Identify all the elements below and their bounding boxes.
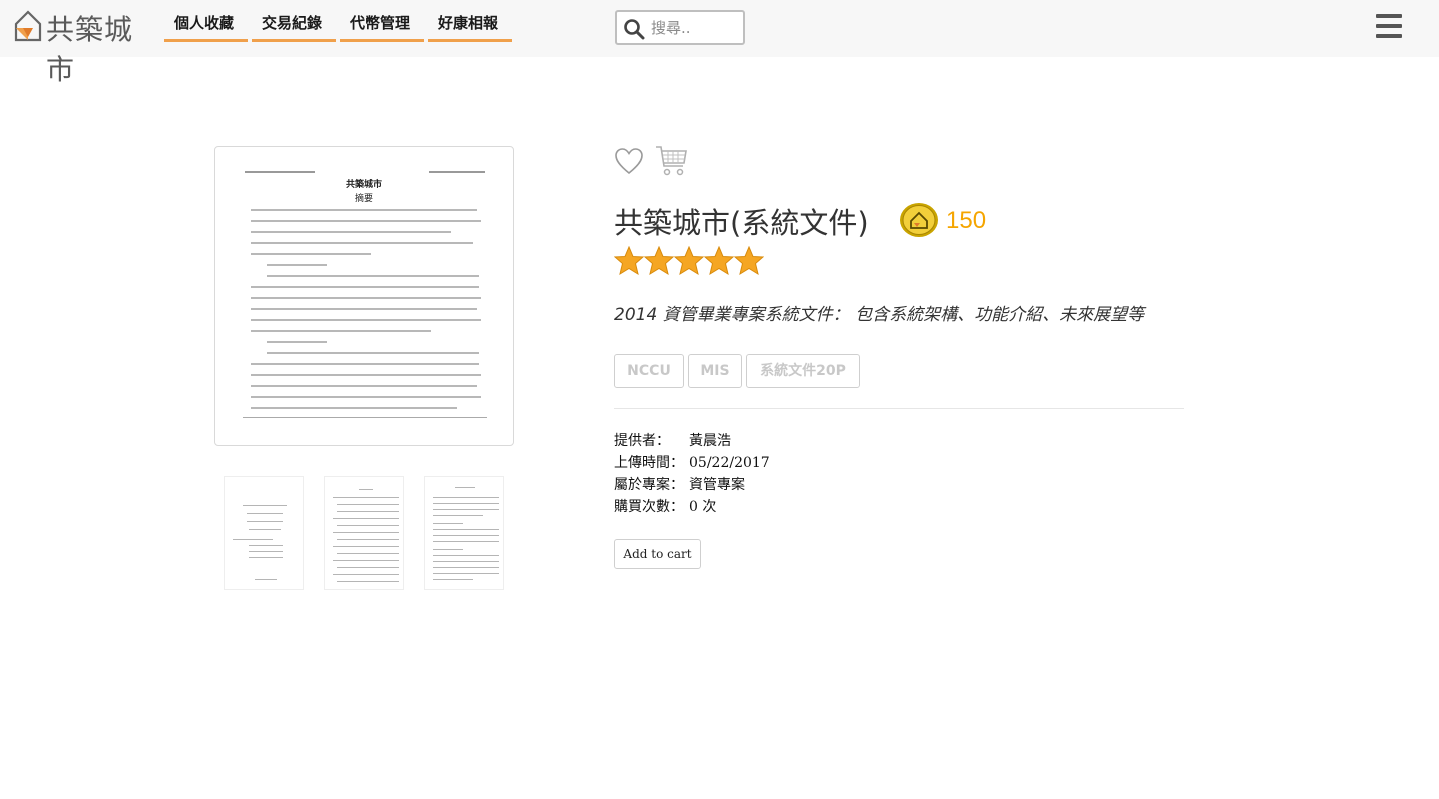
house-logo-icon bbox=[14, 10, 42, 42]
add-to-cart-button[interactable]: Add to cart bbox=[614, 539, 701, 569]
preview-doc-title: 共築城市 bbox=[345, 180, 382, 190]
shopping-cart-icon[interactable] bbox=[654, 144, 688, 178]
info-value: 資管專案 bbox=[689, 477, 745, 493]
rating-stars bbox=[614, 246, 766, 276]
tag-system-docs[interactable]: 系統文件20P bbox=[746, 354, 860, 388]
info-label: 購買次數： bbox=[614, 499, 684, 515]
info-value: 05/22/2017 bbox=[689, 455, 770, 471]
info-value: 黃晨浩 bbox=[689, 433, 731, 449]
info-label: 提供者： bbox=[614, 433, 670, 449]
star-icon bbox=[674, 246, 704, 276]
nav-item-transactions[interactable]: 交易紀錄 bbox=[252, 0, 336, 42]
action-icons bbox=[614, 144, 704, 180]
top-navigation-bar: 共築城市 個人收藏 交易紀錄 代幣管理 好康相報 bbox=[0, 0, 1439, 86]
heart-icon[interactable] bbox=[614, 146, 644, 176]
nav-item-collection[interactable]: 個人收藏 bbox=[164, 0, 248, 42]
info-value: 0 次 bbox=[689, 499, 717, 515]
site-logo[interactable]: 共築城市 bbox=[13, 6, 159, 86]
star-icon bbox=[644, 246, 674, 276]
tag-mis[interactable]: MIS bbox=[688, 354, 742, 388]
divider bbox=[614, 408, 1184, 409]
thumbnail-3[interactable] bbox=[424, 476, 504, 590]
coin-icon bbox=[900, 203, 938, 237]
menu-icon[interactable] bbox=[1376, 14, 1402, 40]
main-nav: 個人收藏 交易紀錄 代幣管理 好康相報 bbox=[164, 0, 516, 57]
preview-header-right bbox=[429, 171, 485, 173]
info-label: 屬於專案： bbox=[614, 477, 684, 493]
search-input[interactable] bbox=[651, 17, 741, 39]
product-price: 150 bbox=[946, 207, 987, 234]
document-preview-image[interactable]: 共築城市 摘要 bbox=[214, 146, 514, 446]
product-description: 2014 資管畢業專案系統文件： 包含系統架構、功能介紹、未來展望等 bbox=[614, 305, 1145, 325]
nav-item-deals[interactable]: 好康相報 bbox=[428, 0, 512, 42]
star-icon bbox=[734, 246, 764, 276]
star-icon bbox=[614, 246, 644, 276]
preview-footer-rule bbox=[243, 417, 487, 418]
thumbnail-strip bbox=[224, 476, 514, 590]
preview-doc-subtitle: 摘要 bbox=[354, 194, 373, 204]
thumbnail-2[interactable] bbox=[324, 476, 404, 590]
logo-text: 共築城市 bbox=[46, 13, 134, 86]
search-box bbox=[615, 10, 745, 45]
info-label: 上傳時間： bbox=[614, 455, 684, 471]
tag-ncc[interactable]: NCCU bbox=[614, 354, 684, 388]
preview-text-lines bbox=[251, 209, 481, 418]
search-icon[interactable] bbox=[623, 18, 645, 40]
product-title: 共築城市(系統文件) bbox=[614, 206, 869, 240]
preview-header-left bbox=[245, 171, 315, 173]
star-icon bbox=[704, 246, 734, 276]
thumbnail-1[interactable] bbox=[224, 476, 304, 590]
nav-item-token-management[interactable]: 代幣管理 bbox=[340, 0, 424, 42]
